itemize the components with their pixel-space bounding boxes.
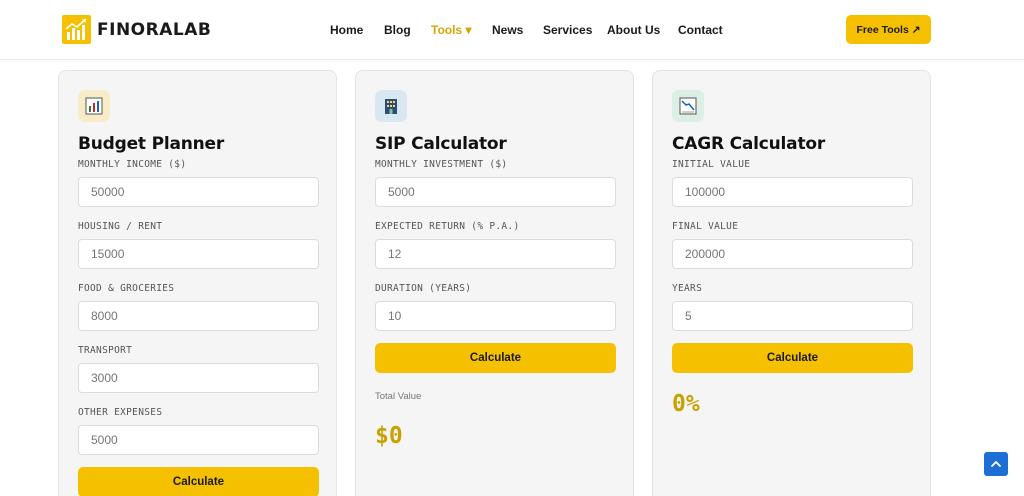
food-groceries-input[interactable] <box>78 301 319 331</box>
duration-years-input[interactable] <box>375 301 616 331</box>
initial-value-input[interactable] <box>672 177 913 207</box>
budget-calculate-button[interactable]: Calculate <box>78 467 319 496</box>
initial-value-label: INITIAL VALUE <box>672 159 751 170</box>
expected-return-input[interactable] <box>375 239 616 269</box>
monthly-income-label: MONTHLY INCOME ($) <box>78 159 187 170</box>
final-value-label: FINAL VALUE <box>672 221 739 232</box>
transport-label: TRANSPORT <box>78 345 133 356</box>
brand-name: FINORALAB <box>97 19 212 40</box>
chevron-up-icon <box>991 461 1001 467</box>
total-value-result: $0 <box>375 423 403 449</box>
site-header: FINORALAB Home Blog Tools ▾ News Service… <box>0 0 1024 60</box>
cagr-result: 0% <box>672 391 700 417</box>
transport-input[interactable] <box>78 363 319 393</box>
logo-chart-icon <box>62 15 91 44</box>
card-title: SIP Calculator <box>375 134 507 154</box>
final-value-input[interactable] <box>672 239 913 269</box>
card-title: CAGR Calculator <box>672 134 826 154</box>
nav-tools[interactable]: Tools ▾ <box>431 23 471 37</box>
sip-calculate-button[interactable]: Calculate <box>375 343 616 373</box>
trend-chart-icon <box>672 90 704 122</box>
years-label: YEARS <box>672 283 703 294</box>
monthly-investment-label: MONTHLY INVESTMENT ($) <box>375 159 508 170</box>
budget-planner-card: Budget Planner MONTHLY INCOME ($) HOUSIN… <box>58 70 337 496</box>
building-icon <box>375 90 407 122</box>
nav-news[interactable]: News <box>492 23 523 37</box>
monthly-income-input[interactable] <box>78 177 319 207</box>
duration-years-label: DURATION (YEARS) <box>375 283 472 294</box>
food-groceries-label: FOOD & GROCERIES <box>78 283 175 294</box>
other-expenses-label: OTHER EXPENSES <box>78 407 163 418</box>
brand-logo[interactable]: FINORALAB <box>62 15 211 44</box>
nav-blog[interactable]: Blog <box>384 23 411 37</box>
nav-about-us[interactable]: About Us <box>607 23 660 37</box>
card-title: Budget Planner <box>78 134 225 154</box>
cagr-calculate-button[interactable]: Calculate <box>672 343 913 373</box>
total-value-label: Total Value <box>375 391 422 402</box>
nav-services[interactable]: Services <box>543 23 592 37</box>
nav-contact[interactable]: Contact <box>678 23 723 37</box>
bar-chart-icon <box>78 90 110 122</box>
sip-calculator-card: SIP Calculator MONTHLY INVESTMENT ($) EX… <box>355 70 634 496</box>
scroll-to-top-button[interactable] <box>984 452 1008 476</box>
expected-return-label: EXPECTED RETURN (% P.A.) <box>375 221 520 232</box>
years-input[interactable] <box>672 301 913 331</box>
other-expenses-input[interactable] <box>78 425 319 455</box>
housing-rent-label: HOUSING / RENT <box>78 221 163 232</box>
housing-rent-input[interactable] <box>78 239 319 269</box>
monthly-investment-input[interactable] <box>375 177 616 207</box>
nav-home[interactable]: Home <box>330 23 363 37</box>
cagr-calculator-card: CAGR Calculator INITIAL VALUE FINAL VALU… <box>652 70 931 496</box>
free-tools-button[interactable]: Free Tools ↗ <box>846 15 931 44</box>
